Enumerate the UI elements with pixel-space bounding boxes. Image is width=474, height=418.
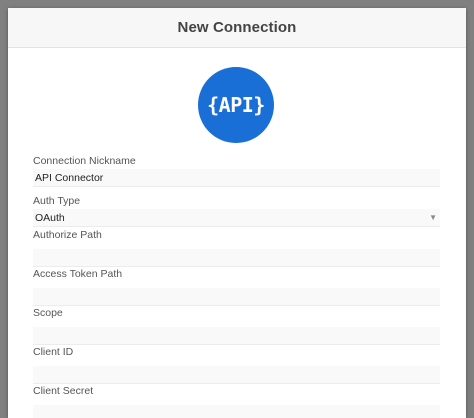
- dialog-title: New Connection: [177, 19, 297, 36]
- connection-nickname-label: Connection Nickname: [33, 155, 136, 167]
- client-id-label: Client ID: [33, 346, 74, 358]
- api-logo: {API}: [198, 67, 274, 143]
- client-id-input[interactable]: [33, 366, 440, 384]
- auth-type-select[interactable]: OAuth ▼: [33, 209, 440, 227]
- field-access-token-path: Access Token Path: [33, 268, 440, 306]
- authorize-path-label: Authorize Path: [33, 229, 102, 241]
- auth-type-selected-value: OAuth: [35, 212, 65, 224]
- new-connection-dialog: New Connection {API} Connection Nickname…: [8, 8, 466, 418]
- api-logo-icon: {API}: [198, 67, 274, 143]
- access-token-path-label: Access Token Path: [33, 268, 123, 280]
- client-secret-label: Client Secret: [33, 385, 94, 397]
- field-client-secret: Client Secret: [33, 385, 440, 418]
- access-token-path-input[interactable]: [33, 288, 440, 306]
- api-logo-text: {API}: [207, 93, 265, 117]
- authorize-path-input[interactable]: [33, 249, 440, 267]
- client-secret-input[interactable]: [33, 405, 440, 418]
- connection-nickname-input[interactable]: API Connector: [33, 169, 440, 187]
- field-authorize-path: Authorize Path: [33, 229, 440, 267]
- field-auth-type: Auth Type OAuth ▼: [33, 195, 440, 227]
- dialog-header: New Connection: [8, 8, 466, 48]
- chevron-down-icon: ▼: [429, 213, 437, 222]
- field-scope: Scope: [33, 307, 440, 345]
- field-connection-nickname: Connection Nickname API Connector: [33, 155, 440, 187]
- field-client-id: Client ID: [33, 346, 440, 384]
- scope-input[interactable]: [33, 327, 440, 345]
- auth-type-label: Auth Type: [33, 195, 81, 207]
- scope-label: Scope: [33, 307, 63, 319]
